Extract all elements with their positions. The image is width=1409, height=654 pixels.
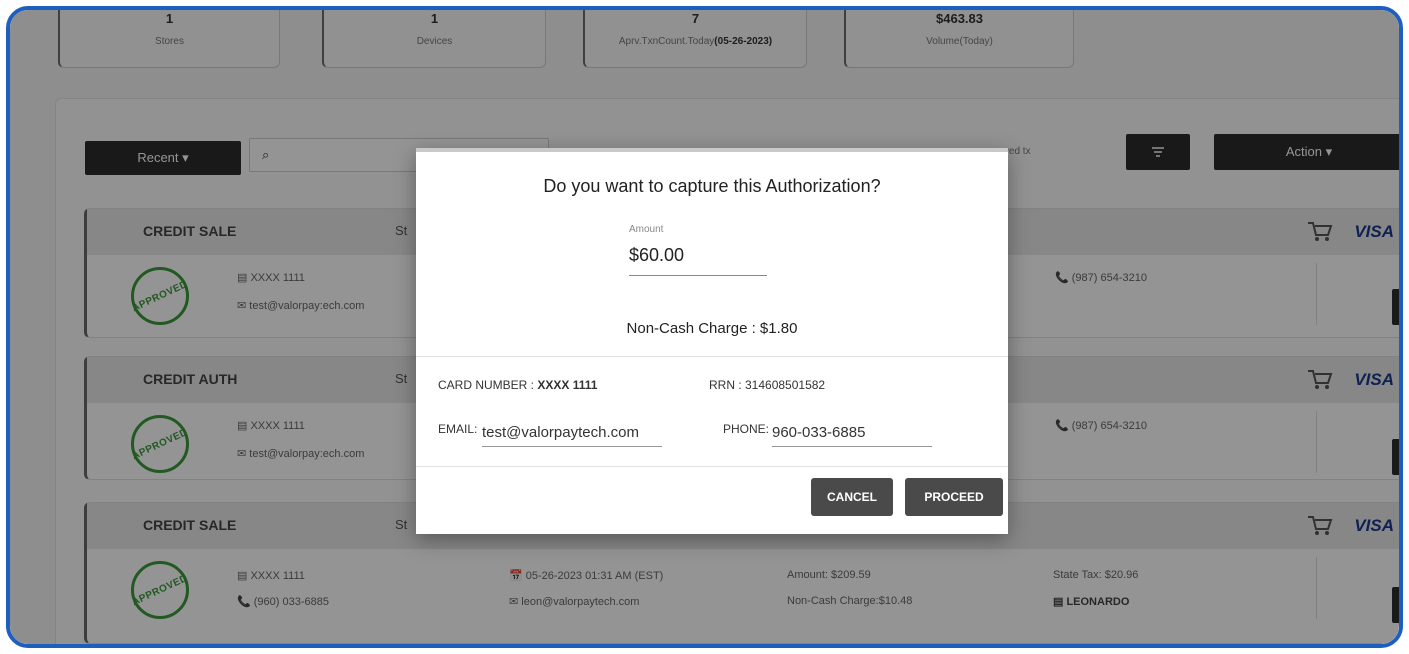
divider bbox=[416, 356, 1008, 357]
rrn-field: RRN : 314608501582 bbox=[709, 378, 826, 392]
phone-underline bbox=[772, 446, 932, 447]
email-label: EMAIL: bbox=[438, 422, 478, 436]
non-cash-charge: Non-Cash Charge : $1.80 bbox=[626, 320, 798, 337]
screenshot-frame: 1 Stores 1 Devices 7 Aprv.TxnCount.Today… bbox=[6, 6, 1403, 648]
proceed-button[interactable]: PROCEED bbox=[905, 478, 1003, 516]
capture-authorization-dialog: Do you want to capture this Authorizatio… bbox=[416, 148, 1008, 534]
email-underline bbox=[482, 446, 662, 447]
phone-label: PHONE: bbox=[723, 422, 770, 436]
divider bbox=[416, 466, 1008, 467]
dialog-title: Do you want to capture this Authorizatio… bbox=[543, 176, 881, 196]
card-number-value: XXXX 1111 bbox=[537, 378, 598, 392]
email-input[interactable]: test@valorpaytech.com bbox=[482, 424, 639, 441]
phone-input[interactable]: 960-033-6885 bbox=[772, 424, 865, 441]
cancel-button[interactable]: CANCEL bbox=[811, 478, 893, 516]
dashboard: 1 Stores 1 Devices 7 Aprv.TxnCount.Today… bbox=[10, 10, 1399, 644]
amount-input[interactable]: $60.00 bbox=[629, 242, 767, 276]
amount-label: Amount bbox=[629, 224, 664, 235]
card-number-field: CARD NUMBER : XXXX 1111 bbox=[438, 378, 597, 392]
card-number-label: CARD NUMBER : bbox=[438, 378, 538, 392]
